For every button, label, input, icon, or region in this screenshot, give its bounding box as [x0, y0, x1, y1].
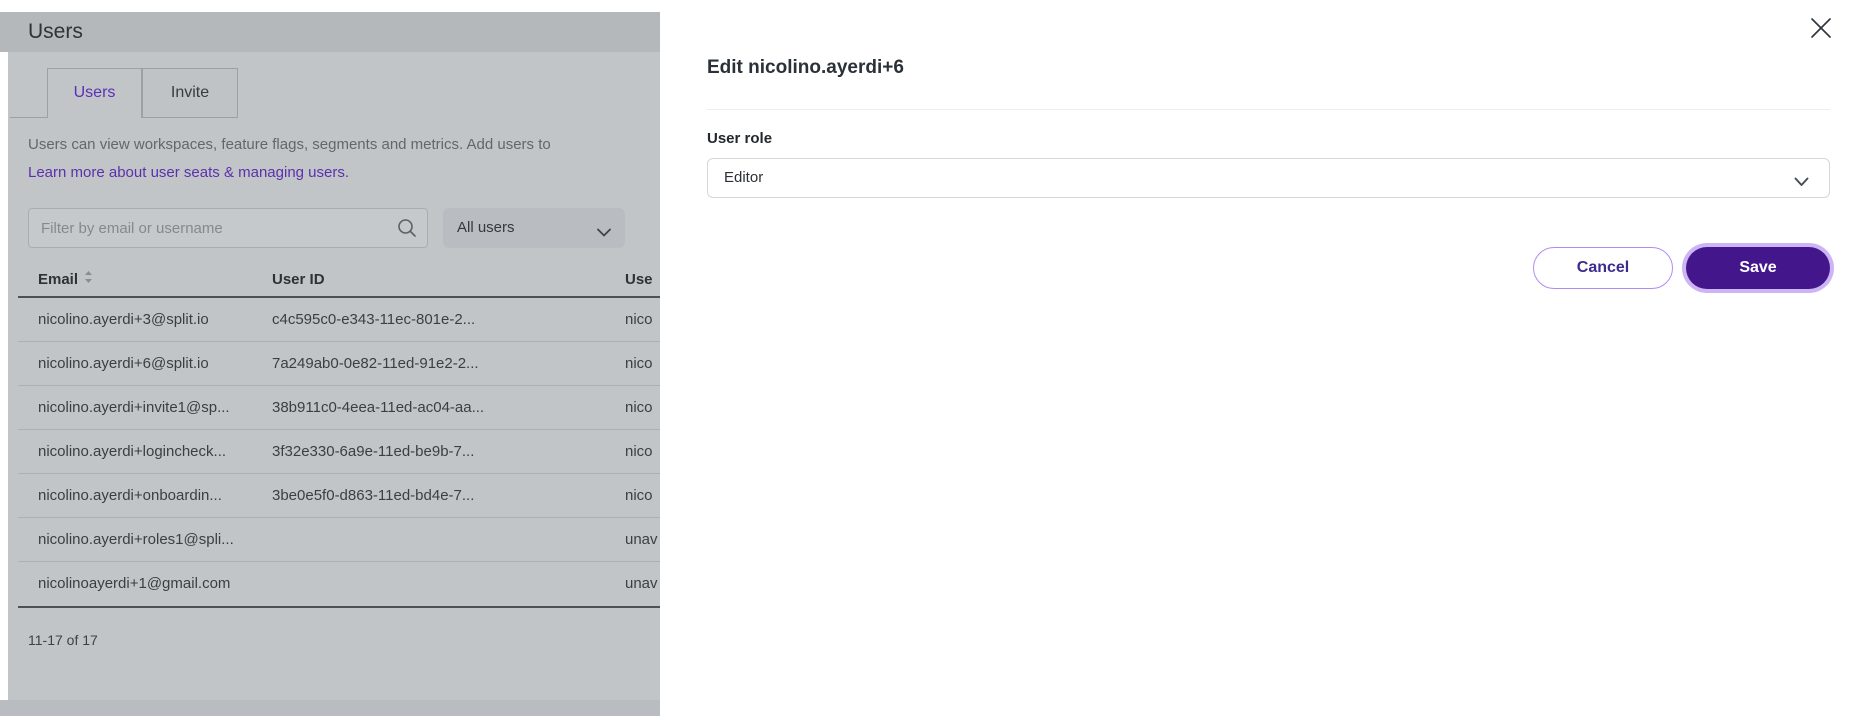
cell-email: nicolino.ayerdi+logincheck... [38, 430, 226, 473]
tab-users[interactable]: Users [47, 68, 142, 118]
tab-invite[interactable]: Invite [142, 68, 238, 118]
user-role-value: Editor [724, 159, 763, 197]
cell-username: nico [625, 430, 653, 473]
save-button[interactable]: Save [1686, 247, 1830, 289]
cell-email: nicolino.ayerdi+onboardin... [38, 474, 222, 517]
users-page-dimmed: Users Users Invite Users can view worksp… [0, 0, 660, 716]
cell-email: nicolino.ayerdi+3@split.io [38, 298, 209, 341]
learn-more-link[interactable]: Learn more about user seats & managing u… [28, 164, 349, 181]
cell-username: nico [625, 474, 653, 517]
modal-actions: Cancel Save [660, 247, 1856, 289]
table-row[interactable]: nicolino.ayerdi+onboardin... 3be0e5f0-d8… [18, 474, 660, 518]
cell-email: nicolino.ayerdi+roles1@spli... [38, 518, 234, 561]
modal-divider [707, 109, 1830, 110]
page-title: Users [28, 12, 83, 52]
users-table: Email User ID Use nicolino.ayerdi+3@spli… [18, 264, 660, 608]
tab-baseline [10, 117, 47, 118]
table-row[interactable]: nicolino.ayerdi+invite1@sp... 38b911c0-4… [18, 386, 660, 430]
column-header-user-id: User ID [272, 264, 325, 296]
chevron-down-icon [597, 224, 611, 242]
tab-bar: Users Invite [8, 68, 660, 118]
page-header: Users [0, 12, 660, 52]
cell-username: nico [625, 386, 653, 429]
user-filter-select[interactable]: All users [443, 208, 625, 248]
cell-user-id: c4c595c0-e343-11ec-801e-2... [272, 298, 475, 341]
cell-username: unav [625, 518, 658, 561]
cell-email: nicolinoayerdi+1@gmail.com [38, 562, 230, 605]
cell-username: nico [625, 342, 653, 385]
page-content: Users Invite Users can view workspaces, … [8, 52, 660, 700]
cell-user-id: 3f32e330-6a9e-11ed-be9b-7... [272, 430, 474, 473]
table-row[interactable]: nicolino.ayerdi+roles1@spli... unav [18, 518, 660, 562]
search-icon [396, 217, 418, 239]
cell-email: nicolino.ayerdi+invite1@sp... [38, 386, 230, 429]
page-description: Users can view workspaces, feature flags… [28, 136, 551, 153]
sort-up-down-icon [84, 264, 93, 296]
table-body: nicolino.ayerdi+3@split.io c4c595c0-e343… [18, 298, 660, 608]
cell-username: unav [625, 562, 658, 605]
filter-field-wrap [28, 208, 428, 248]
filter-input[interactable] [28, 208, 428, 248]
table-row[interactable]: nicolino.ayerdi+logincheck... 3f32e330-6… [18, 430, 660, 474]
user-filter-value: All users [457, 208, 515, 248]
page-bottom-strip [0, 700, 660, 716]
cell-email: nicolino.ayerdi+6@split.io [38, 342, 209, 385]
chevron-down-icon [1794, 174, 1809, 192]
cell-user-id: 38b911c0-4eea-11ed-ac04-aa... [272, 386, 484, 429]
column-header-email-label: Email [38, 271, 78, 288]
table-row[interactable]: nicolino.ayerdi+3@split.io c4c595c0-e343… [18, 298, 660, 342]
table-row[interactable]: nicolinoayerdi+1@gmail.com unav [18, 562, 660, 606]
cell-user-id: 3be0e5f0-d863-11ed-bd4e-7... [272, 474, 474, 517]
screen: Users Users Invite Users can view worksp… [0, 0, 1856, 716]
cell-username: nico [625, 298, 653, 341]
user-role-select[interactable]: Editor [707, 158, 1830, 198]
table-header-row: Email User ID Use [18, 264, 660, 298]
cell-user-id: 7a249ab0-0e82-11ed-91e2-2... [272, 342, 479, 385]
column-header-username: Use [625, 264, 653, 296]
table-row[interactable]: nicolino.ayerdi+6@split.io 7a249ab0-0e82… [18, 342, 660, 386]
pagination-status: 11-17 of 17 [28, 632, 98, 648]
modal-title: Edit nicolino.ayerdi+6 [707, 57, 904, 79]
cancel-button[interactable]: Cancel [1533, 247, 1673, 289]
column-header-email[interactable]: Email [38, 264, 93, 296]
edit-user-modal: Edit nicolino.ayerdi+6 User role Editor … [660, 0, 1856, 716]
close-icon[interactable] [1806, 13, 1836, 43]
user-role-label: User role [707, 130, 772, 147]
